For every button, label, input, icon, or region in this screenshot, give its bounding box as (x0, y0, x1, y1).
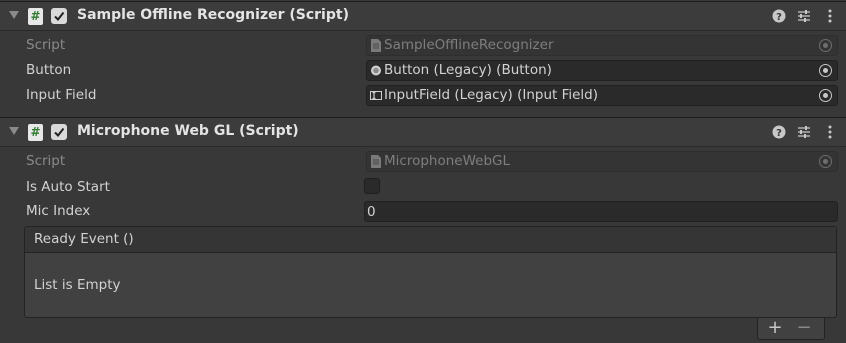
object-picker-icon[interactable] (819, 155, 832, 168)
component-enabled-checkbox[interactable] (51, 8, 67, 24)
script-file-icon (371, 39, 381, 52)
object-field-value: Button (Legacy) (Button) (384, 62, 552, 78)
property-row-input-field: Input Field InputField (Legacy) (Input F… (0, 85, 846, 109)
object-picker-icon[interactable] (819, 64, 832, 77)
property-row-button: Button Button (Legacy) (Button) (0, 60, 846, 84)
property-row-script: Script MicrophoneWebGL (0, 151, 846, 175)
foldout-arrow-icon[interactable] (9, 127, 19, 135)
presets-sliders-icon[interactable] (796, 124, 812, 140)
script-object-field: SampleOfflineRecognizer (366, 35, 838, 56)
property-label: Script (26, 37, 66, 53)
svg-text:?: ? (776, 128, 782, 139)
script-object-field: MicrophoneWebGL (366, 151, 838, 172)
property-row-mic-index: Mic Index (0, 201, 846, 225)
mic-index-input[interactable] (367, 202, 827, 221)
mic-index-field[interactable] (364, 201, 838, 222)
button-component-icon (371, 65, 381, 76)
property-label: Script (26, 153, 66, 169)
event-header: Ready Event () (25, 227, 836, 253)
object-field-value: InputField (Legacy) (Input Field) (384, 87, 599, 103)
object-picker-icon[interactable] (819, 89, 832, 102)
script-file-icon (371, 155, 381, 168)
script-hash-icon: # (28, 8, 43, 25)
kebab-menu-icon[interactable] (822, 8, 838, 24)
remove-event-button[interactable]: − (792, 318, 816, 338)
object-field-value: SampleOfflineRecognizer (384, 37, 554, 53)
component-enabled-checkbox[interactable] (51, 124, 67, 140)
property-label: Is Auto Start (26, 179, 110, 195)
help-icon[interactable]: ? (771, 8, 787, 24)
component-title: Sample Offline Recognizer (Script) (77, 7, 349, 23)
foldout-arrow-icon[interactable] (9, 11, 19, 19)
component-header-microphone-web-gl[interactable]: # Microphone Web GL (Script) ? (0, 117, 846, 147)
property-label: Mic Index (26, 203, 91, 219)
component-title: Microphone Web GL (Script) (77, 123, 299, 139)
script-hash-icon: # (28, 124, 43, 141)
input-field-component-icon (370, 91, 382, 100)
input-field-object-field[interactable]: InputField (Legacy) (Input Field) (366, 85, 838, 106)
property-row-script: Script SampleOfflineRecognizer (0, 35, 846, 59)
presets-sliders-icon[interactable] (796, 8, 812, 24)
list-empty-text: List is Empty (34, 277, 121, 293)
property-label: Input Field (26, 87, 97, 103)
object-field-value: MicrophoneWebGL (384, 153, 510, 169)
property-row-is-auto-start: Is Auto Start (0, 177, 846, 201)
help-icon[interactable]: ? (771, 124, 787, 140)
svg-text:?: ? (776, 12, 782, 23)
ready-event-list: Ready Event () List is Empty (24, 226, 837, 318)
button-object-field[interactable]: Button (Legacy) (Button) (366, 60, 838, 81)
component-header-sample-offline-recognizer[interactable]: # Sample Offline Recognizer (Script) ? (0, 1, 846, 31)
list-footer: + − (757, 318, 825, 340)
kebab-menu-icon[interactable] (822, 124, 838, 140)
object-picker-icon[interactable] (819, 39, 832, 52)
add-event-button[interactable]: + (763, 318, 787, 338)
property-label: Button (26, 62, 72, 78)
is-auto-start-checkbox[interactable] (364, 178, 380, 194)
event-title: Ready Event () (34, 231, 134, 247)
